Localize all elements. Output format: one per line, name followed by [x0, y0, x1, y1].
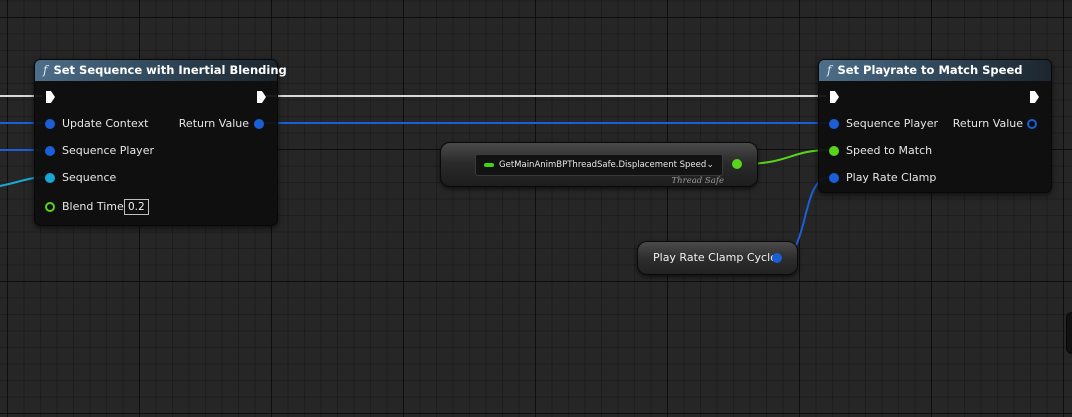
getter-output-pin[interactable]: [732, 159, 742, 169]
exec-input-pin[interactable]: [46, 91, 55, 103]
blend-time-row: Blend Time 0.2: [35, 198, 277, 216]
variable-output-pin[interactable]: [772, 253, 782, 263]
sequence-player-pin[interactable]: [45, 146, 55, 156]
node-header[interactable]: f Set Playrate to Match Speed: [819, 60, 1051, 81]
play-rate-clamp-pin[interactable]: [829, 173, 839, 183]
play-rate-clamp-row: Play Rate Clamp: [819, 169, 1051, 187]
sequence-label: Sequence: [62, 171, 117, 184]
sequence-player-label: Sequence Player: [846, 117, 938, 130]
offscreen-node-edge[interactable]: [1066, 312, 1072, 354]
function-icon: f: [43, 63, 48, 77]
node-title: Set Sequence with Inertial Blending: [53, 63, 287, 77]
exec-output-pin[interactable]: [257, 91, 266, 103]
play-rate-clamp-label: Play Rate Clamp: [846, 171, 937, 184]
blend-time-input[interactable]: 0.2: [124, 199, 149, 215]
sequence-player-row: Sequence Player: [35, 142, 277, 160]
exec-row: [819, 88, 1051, 106]
exec-row: [35, 88, 277, 106]
update-context-row: Update Context Return Value: [35, 115, 277, 133]
property-path-label: GetMainAnimBPThreadSafe.Displacement Spe…: [499, 160, 707, 170]
update-context-pin[interactable]: [45, 119, 55, 129]
sequence-row: Sequence: [35, 169, 277, 187]
set-sequence-with-inertial-blending-node[interactable]: f Set Sequence with Inertial Blending Upd…: [34, 59, 287, 226]
exec-input-pin[interactable]: [830, 91, 839, 103]
blend-time-pin[interactable]: [45, 202, 55, 212]
thread-safe-getter-node[interactable]: GetMainAnimBPThreadSafe.Displacement Spe…: [440, 142, 758, 187]
property-access-dropdown[interactable]: GetMainAnimBPThreadSafe.Displacement Spe…: [475, 154, 723, 176]
speed-to-match-row: Speed to Match: [819, 142, 1051, 160]
update-context-label: Update Context: [62, 117, 149, 130]
chevron-down-icon: ⌄: [706, 160, 714, 170]
function-icon: f: [827, 63, 832, 77]
exec-output-pin[interactable]: [1030, 91, 1039, 103]
return-value-pin[interactable]: [1027, 119, 1037, 129]
float-type-icon: [484, 163, 494, 167]
variable-label: Play Rate Clamp Cycle: [653, 251, 777, 264]
return-value-pin[interactable]: [254, 119, 264, 129]
sequence-pin[interactable]: [45, 173, 55, 183]
speed-to-match-pin[interactable]: [829, 146, 839, 156]
return-value-label: Return Value: [952, 117, 1023, 130]
sequence-player-label: Sequence Player: [62, 144, 154, 157]
play-rate-clamp-cycle-variable-node[interactable]: Play Rate Clamp Cycle: [637, 241, 798, 275]
set-playrate-to-match-speed-node[interactable]: f Set Playrate to Match Speed Sequence Pl…: [818, 59, 1052, 193]
return-value-label: Return Value: [178, 117, 249, 130]
speed-to-match-label: Speed to Match: [846, 144, 933, 157]
sequence-player-pin[interactable]: [829, 119, 839, 129]
thread-safe-label: Thread Safe: [671, 176, 724, 186]
node-title: Set Playrate to Match Speed: [837, 63, 1023, 77]
node-header[interactable]: f Set Sequence with Inertial Blending: [35, 60, 287, 81]
blend-time-label: Blend Time: [62, 200, 124, 213]
sequence-player-row: Sequence Player Return Value: [819, 115, 1051, 133]
